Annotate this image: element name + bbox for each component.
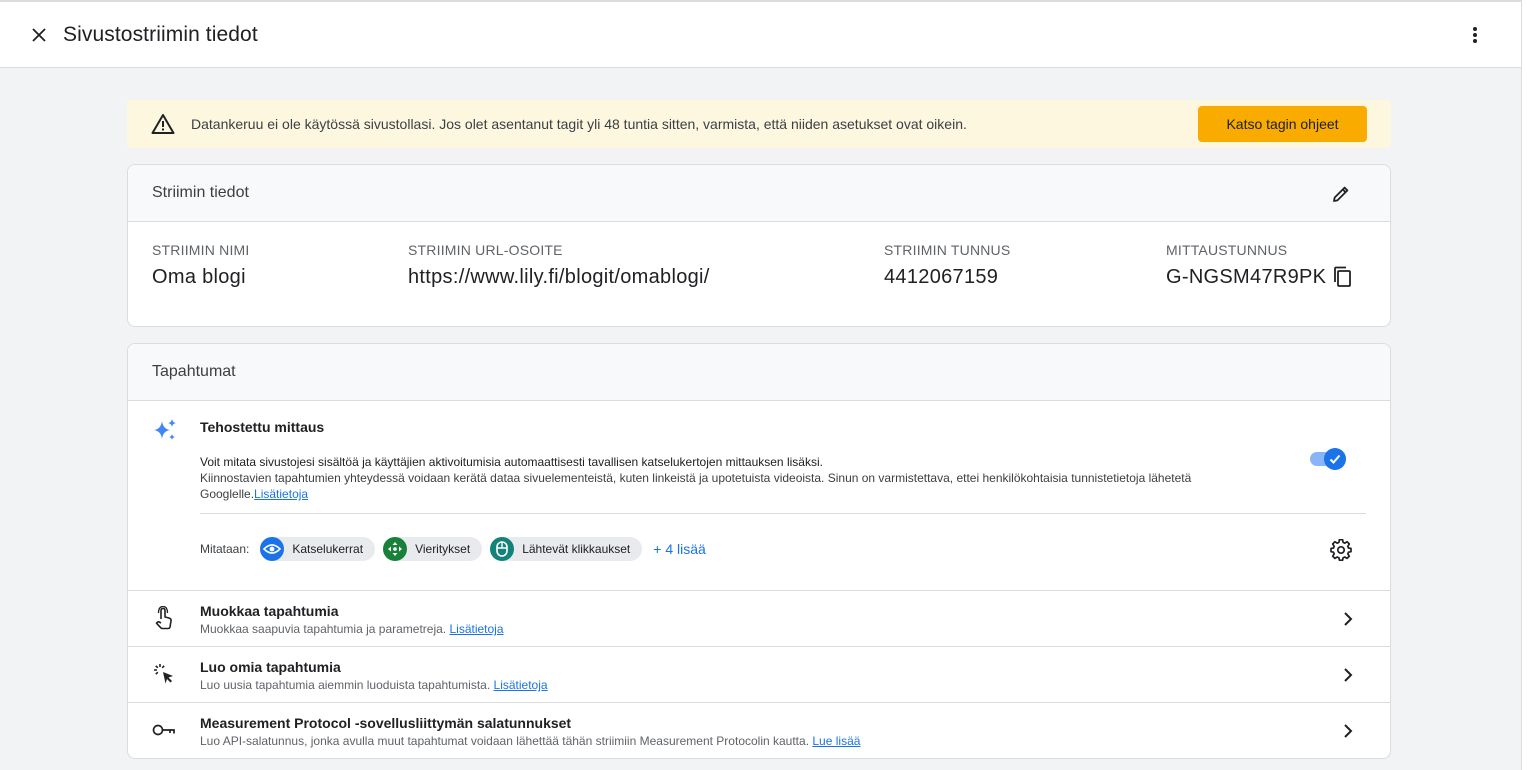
scrollbar[interactable] [1521, 0, 1527, 770]
chip-page-views: Katselukerrat [260, 537, 376, 561]
page-header: Sivustostriimin tiedot [0, 2, 1521, 68]
copy-button[interactable] [1329, 264, 1355, 290]
chip-scrolls: Vieritykset [383, 537, 483, 561]
stream-url-field: STRIIMIN URL-OSOITE https://www.lily.fi/… [408, 242, 710, 289]
page-title: Sivustostriimin tiedot [63, 22, 258, 46]
sparkle-icon [152, 417, 178, 448]
enhanced-measurement-section: Tehostettu mittaus Voit mitata sivustoje… [128, 401, 1390, 591]
measurement-protocol-row[interactable]: Measurement Protocol -sovellusliittymän … [128, 703, 1390, 758]
stream-url-value: https://www.lily.fi/blogit/omablogi/ [408, 266, 710, 288]
close-icon [32, 27, 46, 42]
more-events-link[interactable]: + 4 lisää [653, 541, 706, 557]
toggle-knob [1324, 448, 1346, 470]
modify-events-title: Muokkaa tapahtumia [200, 603, 339, 619]
click-icon [152, 662, 176, 686]
chip-label: Katselukerrat [292, 542, 364, 556]
events-card: Tapahtumat Tehostettu mittaus Voit mitat… [127, 343, 1391, 759]
enhanced-measurement-desc: Voit mitata sivustojesi sisältöä ja käyt… [200, 455, 823, 469]
warning-icon [151, 112, 175, 136]
measurement-id-field: MITTAUSTUNNUS G-NGSM47R9PK [1166, 242, 1326, 289]
gear-icon [1330, 539, 1352, 561]
divider [200, 513, 1366, 514]
stream-name-value: Oma blogi [152, 266, 246, 288]
create-events-title: Luo omia tapahtumia [200, 659, 341, 675]
eye-icon [260, 537, 285, 561]
create-events-learn-more-link[interactable]: Lisätietoja [494, 678, 548, 692]
measured-label: Mitataan: [200, 542, 250, 556]
more-vert-icon [1473, 27, 1477, 43]
modify-events-row[interactable]: Muokkaa tapahtumia Muokkaa saapuvia tapa… [128, 591, 1390, 647]
events-title: Tapahtumat [152, 363, 236, 380]
stream-details-header: Striimin tiedot [128, 165, 1390, 222]
copy-icon [1334, 266, 1351, 287]
stream-id-field: STRIIMIN TUNNUS 4412067159 [884, 242, 1010, 289]
create-events-desc-text: Luo uusia tapahtumia aiemmin luoduista t… [200, 678, 491, 692]
stream-details-card: Striimin tiedot STRIIMIN NIMI Oma blogi … [127, 164, 1391, 327]
measurement-id-label: MITTAUSTUNNUS [1166, 242, 1288, 258]
stream-url-label: STRIIMIN URL-OSOITE [408, 242, 563, 258]
chevron-right-icon [1336, 719, 1360, 743]
modify-events-desc: Muokkaa saapuvia tapahtumia ja parametre… [200, 622, 504, 636]
stream-name-label: STRIIMIN NIMI [152, 242, 250, 258]
mouse-icon [490, 537, 515, 561]
enhanced-measurement-note-text: Kiinnostavien tapahtumien yhteydessä voi… [200, 471, 1192, 501]
create-events-row[interactable]: Luo omia tapahtumia Luo uusia tapahtumia… [128, 647, 1390, 703]
key-icon [152, 718, 176, 742]
scroll-icon [383, 537, 408, 561]
stream-details-title: Striimin tiedot [152, 184, 249, 201]
enhanced-measurement-note: Kiinnostavien tapahtumien yhteydessä voi… [200, 470, 1270, 502]
measurement-protocol-desc-text: Luo API-salatunnus, jonka avulla muut ta… [200, 734, 810, 748]
stream-id-value: 4412067159 [884, 266, 999, 288]
measurement-protocol-desc: Luo API-salatunnus, jonka avulla muut ta… [200, 734, 860, 748]
chip-label: Lähtevät klikkaukset [522, 542, 631, 556]
settings-button[interactable] [1328, 537, 1354, 563]
chip-label: Vieritykset [415, 542, 471, 556]
stream-details-body: STRIIMIN NIMI Oma blogi STRIIMIN URL-OSO… [128, 222, 1390, 326]
warning-text: Datankeruu ei ole käytössä sivustollasi.… [191, 116, 967, 132]
pencil-icon [1333, 186, 1349, 202]
more-options-button[interactable] [1455, 15, 1495, 55]
tag-instructions-button[interactable]: Katso tagin ohjeet [1198, 106, 1367, 142]
stream-id-label: STRIIMIN TUNNUS [884, 242, 1011, 258]
modify-events-desc-text: Muokkaa saapuvia tapahtumia ja parametre… [200, 622, 447, 636]
warning-banner: Datankeruu ei ole käytössä sivustollasi.… [127, 100, 1391, 148]
measurement-id-value: G-NGSM47R9PK [1166, 266, 1327, 288]
edit-button[interactable] [1328, 181, 1354, 207]
chip-outbound-clicks: Lähtevät klikkaukset [490, 537, 643, 561]
chevron-right-icon [1336, 663, 1360, 687]
learn-more-link[interactable]: Lisätietoja [254, 487, 308, 501]
chevron-right-icon [1336, 607, 1360, 631]
events-header: Tapahtumat [128, 344, 1390, 401]
enhanced-measurement-title: Tehostettu mittaus [200, 419, 325, 435]
stream-name-field: STRIIMIN NIMI Oma blogi [152, 242, 249, 289]
modify-events-learn-more-link[interactable]: Lisätietoja [449, 622, 503, 636]
enhanced-measurement-toggle[interactable] [1308, 448, 1346, 470]
touch-icon [152, 606, 176, 630]
measurement-protocol-title: Measurement Protocol -sovellusliittymän … [200, 715, 572, 731]
close-button[interactable] [19, 15, 59, 55]
create-events-desc: Luo uusia tapahtumia aiemmin luoduista t… [200, 678, 548, 692]
measured-events: Mitataan: Katselukerrat Vieritykset Läht… [200, 537, 706, 561]
check-icon [1329, 454, 1341, 464]
measurement-protocol-read-more-link[interactable]: Lue lisää [812, 734, 860, 748]
